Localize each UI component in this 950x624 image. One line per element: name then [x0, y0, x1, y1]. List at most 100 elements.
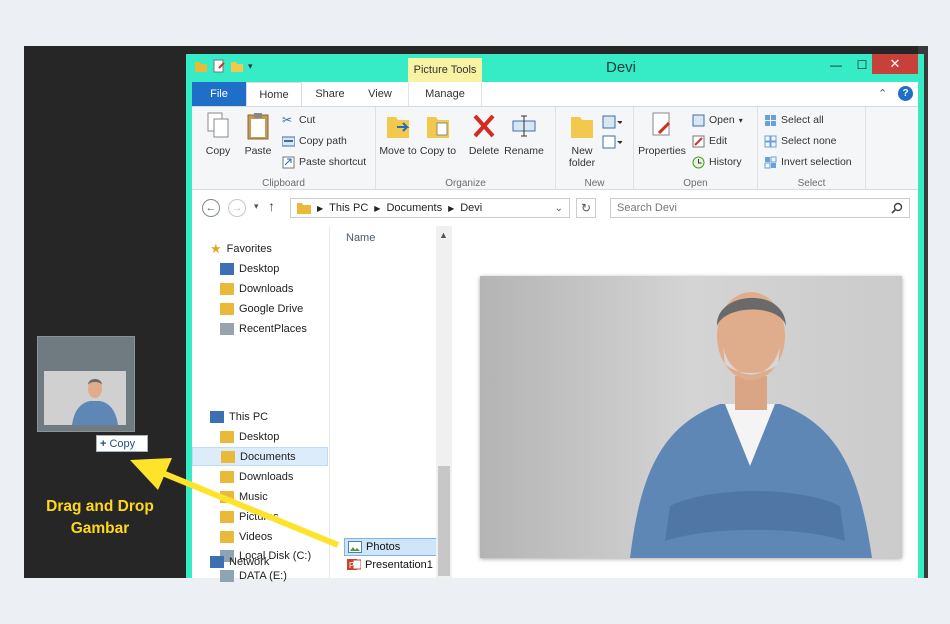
select-none-label: Select none [781, 135, 837, 147]
invert-selection-button[interactable]: Invert selection [764, 153, 852, 171]
nav-pc-music[interactable]: Music [220, 487, 268, 506]
explorer-window: ▾ Picture Tools Devi — ☐ ✕ File Home Sha… [186, 54, 924, 582]
nav-pc-videos[interactable]: Videos [220, 527, 272, 546]
file-list-scrollbar[interactable]: ▲ [436, 226, 452, 578]
nav-label: Downloads [239, 282, 294, 295]
cut-button[interactable]: ✂ Cut [282, 111, 315, 129]
breadcrumb-documents[interactable]: Documents [386, 202, 442, 214]
history-button[interactable]: History [692, 153, 742, 171]
breadcrumb-this-pc[interactable]: This PC [329, 202, 368, 214]
music-icon [220, 490, 234, 503]
nav-favorites[interactable]: ★ Favorites [210, 239, 272, 258]
properties-button[interactable]: Properties [636, 111, 688, 157]
back-button[interactable]: ← [202, 199, 220, 217]
nav-pc-desktop[interactable]: Desktop [220, 427, 279, 446]
history-label: History [709, 156, 742, 168]
nav-this-pc[interactable]: This PC [210, 407, 268, 426]
nav-label: Documents [240, 450, 296, 463]
nav-pc-pictures[interactable]: Pictures [220, 507, 279, 526]
breadcrumb[interactable]: ▶ This PC ▶ Documents ▶ Devi ⌄ [290, 198, 570, 218]
easy-access-icon[interactable] [602, 135, 622, 149]
paste-shortcut-button[interactable]: Paste shortcut [282, 153, 366, 171]
tab-share[interactable]: Share [308, 82, 352, 106]
properties-icon[interactable] [212, 59, 226, 73]
rename-icon [512, 115, 536, 137]
videos-icon [220, 530, 234, 543]
nav-label: Favorites [226, 242, 272, 255]
caption-line-1: Drag and Drop [46, 498, 154, 515]
nav-fav-downloads[interactable]: Downloads [220, 279, 293, 298]
copy-button[interactable]: Copy [196, 111, 240, 157]
file-item-photos[interactable]: Photos [344, 538, 440, 556]
paste-shortcut-label: Paste shortcut [299, 156, 367, 168]
refresh-button[interactable]: ↻ [576, 198, 596, 218]
file-item-presentation1[interactable]: P Presentation1 [344, 558, 433, 571]
scroll-up-icon[interactable]: ▲ [439, 230, 448, 240]
group-new: New folder New [556, 107, 634, 191]
tab-manage[interactable]: Manage [408, 82, 482, 106]
delete-button[interactable]: Delete [462, 111, 506, 157]
tab-file[interactable]: File [192, 82, 246, 106]
breadcrumb-devi[interactable]: Devi [460, 202, 482, 214]
group-organize: Move to Copy to Delete Rename Organize [376, 107, 556, 191]
nav-fav-google-drive[interactable]: Google Drive [220, 299, 303, 318]
network-icon [210, 555, 224, 568]
drive-icon [220, 569, 234, 582]
tab-home[interactable]: Home [246, 82, 302, 106]
qat-dropdown-icon[interactable]: ▾ [248, 61, 253, 72]
search-icon [891, 202, 903, 214]
invert-selection-label: Invert selection [781, 156, 852, 168]
open-group-label: Open [683, 178, 708, 189]
close-button[interactable]: ✕ [872, 54, 918, 74]
nav-network[interactable]: Network [210, 552, 269, 571]
maximize-button[interactable]: ☐ [850, 56, 874, 74]
group-open: Properties Open ▾ Edit History Open [634, 107, 758, 191]
up-button[interactable]: ↑ [268, 198, 275, 214]
invert-selection-icon [764, 156, 777, 168]
forward-button[interactable]: → [228, 199, 246, 217]
new-folder-button[interactable]: New folder [560, 111, 604, 169]
collapse-ribbon-icon[interactable]: ⌃ [878, 87, 887, 100]
minimize-button[interactable]: — [824, 56, 848, 74]
nav-pc-downloads[interactable]: Downloads [220, 467, 293, 486]
group-select: Select all Select none Invert selection … [758, 107, 866, 191]
new-item-icon[interactable] [602, 115, 622, 129]
nav-label: Google Drive [239, 302, 304, 315]
google-drive-icon [220, 302, 234, 315]
select-all-icon [765, 114, 776, 126]
organize-group-label: Organize [445, 178, 486, 189]
move-to-button[interactable]: Move to [376, 111, 420, 157]
select-all-button[interactable]: Select all [764, 111, 824, 129]
picture-tools-tab: Picture Tools [408, 58, 482, 82]
new-folder-icon[interactable] [230, 59, 244, 73]
delete-icon [473, 114, 495, 138]
select-group-label: Select [797, 178, 826, 189]
column-header-name[interactable]: Name [346, 232, 375, 244]
window-title: Devi [606, 59, 637, 76]
file-name: Presentation1 [365, 558, 433, 571]
nav-pc-documents[interactable]: Documents [192, 447, 328, 466]
breadcrumb-separator-icon: ▶ [374, 203, 381, 213]
copy-path-icon [282, 136, 295, 146]
search-input[interactable]: Search Devi [610, 198, 910, 218]
scrollbar-thumb[interactable] [438, 466, 450, 576]
select-none-button[interactable]: Select none [764, 132, 836, 150]
paste-button[interactable]: Paste [236, 111, 280, 157]
open-button[interactable]: Open ▾ [692, 111, 743, 129]
nav-fav-recentplaces[interactable]: RecentPlaces [220, 319, 307, 338]
file-name: Photos [366, 541, 401, 553]
properties-icon [652, 112, 671, 136]
copy-to-button[interactable]: Copy to [416, 111, 460, 157]
copy-path-button[interactable]: Copy path [282, 132, 347, 150]
help-icon[interactable]: ? [898, 86, 913, 101]
tab-view[interactable]: View [360, 82, 400, 106]
new-group-label: New [584, 178, 605, 189]
nav-fav-desktop[interactable]: Desktop [220, 259, 279, 278]
recent-locations-icon[interactable]: ▾ [254, 201, 259, 212]
rename-button[interactable]: Rename [502, 111, 546, 157]
edit-label: Edit [709, 135, 728, 147]
copy-label: Copy [205, 145, 231, 157]
address-dropdown-icon[interactable]: ⌄ [555, 203, 563, 214]
nav-label: Videos [239, 530, 273, 543]
edit-button[interactable]: Edit [692, 132, 727, 150]
